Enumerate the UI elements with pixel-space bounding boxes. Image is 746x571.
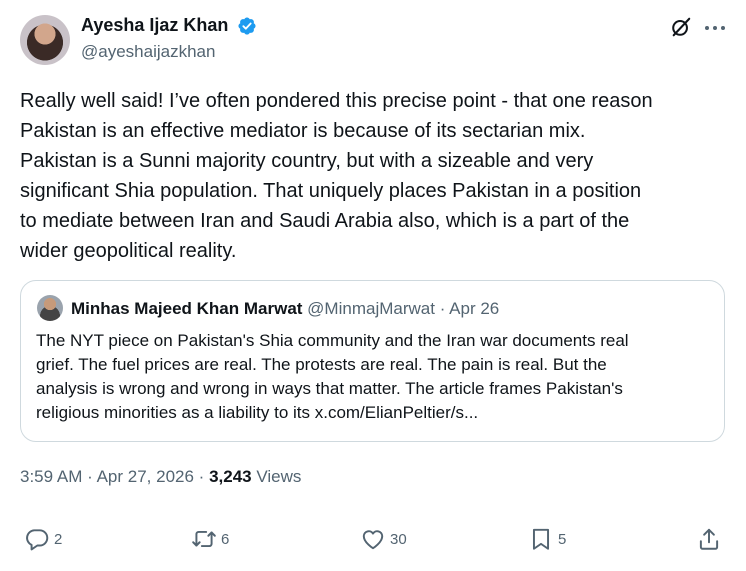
share-icon — [699, 528, 719, 550]
bookmark-button[interactable]: 5 — [528, 525, 566, 553]
tweet-time[interactable]: 3:59 AM — [20, 467, 82, 486]
meta-separator: · — [87, 467, 93, 486]
verified-icon — [238, 17, 256, 35]
quote-header: Minhas Majeed Khan Marwat @MinmajMarwat … — [71, 299, 499, 319]
views-label: Views — [256, 467, 302, 486]
reply-icon — [26, 529, 49, 551]
like-button[interactable]: 30 — [360, 525, 407, 553]
share-button[interactable] — [696, 525, 722, 553]
repost-count: 6 — [221, 530, 230, 548]
quote-author-avatar[interactable] — [37, 295, 63, 321]
like-count: 30 — [390, 530, 407, 548]
tweet-date[interactable]: Apr 27, 2026 — [97, 467, 194, 486]
more-icon[interactable] — [703, 18, 727, 38]
bookmark-count: 5 — [558, 530, 567, 548]
author-avatar[interactable] — [20, 15, 70, 65]
author-handle[interactable]: @ayeshaijazkhan — [81, 42, 215, 62]
meta-separator-2: · — [198, 467, 205, 486]
tweet-meta-row: 3:59 AM · Apr 27, 2026 · 3,243 Views — [20, 467, 301, 487]
like-icon — [362, 530, 384, 550]
bookmark-icon — [532, 528, 550, 550]
reply-button[interactable]: 2 — [24, 525, 62, 553]
quote-author-handle[interactable]: @MinmajMarwat — [307, 299, 435, 318]
repost-button[interactable]: 6 — [191, 525, 229, 553]
grok-icon[interactable] — [670, 16, 692, 38]
retweet-icon — [192, 530, 216, 548]
quote-date[interactable]: Apr 26 — [449, 299, 499, 318]
quote-text: The NYT piece on Pakistan's Shia communi… — [36, 331, 629, 422]
quoted-tweet-card[interactable]: Minhas Majeed Khan Marwat @MinmajMarwat … — [20, 280, 725, 442]
views-count: 3,243 — [209, 467, 252, 486]
reply-count: 2 — [54, 530, 63, 548]
quote-author-name[interactable]: Minhas Majeed Khan Marwat — [71, 299, 302, 318]
tweet-text: Really well said! I’ve often pondered th… — [20, 90, 653, 262]
quote-separator: · — [439, 299, 446, 318]
author-name[interactable]: Ayesha Ijaz Khan — [81, 15, 228, 36]
